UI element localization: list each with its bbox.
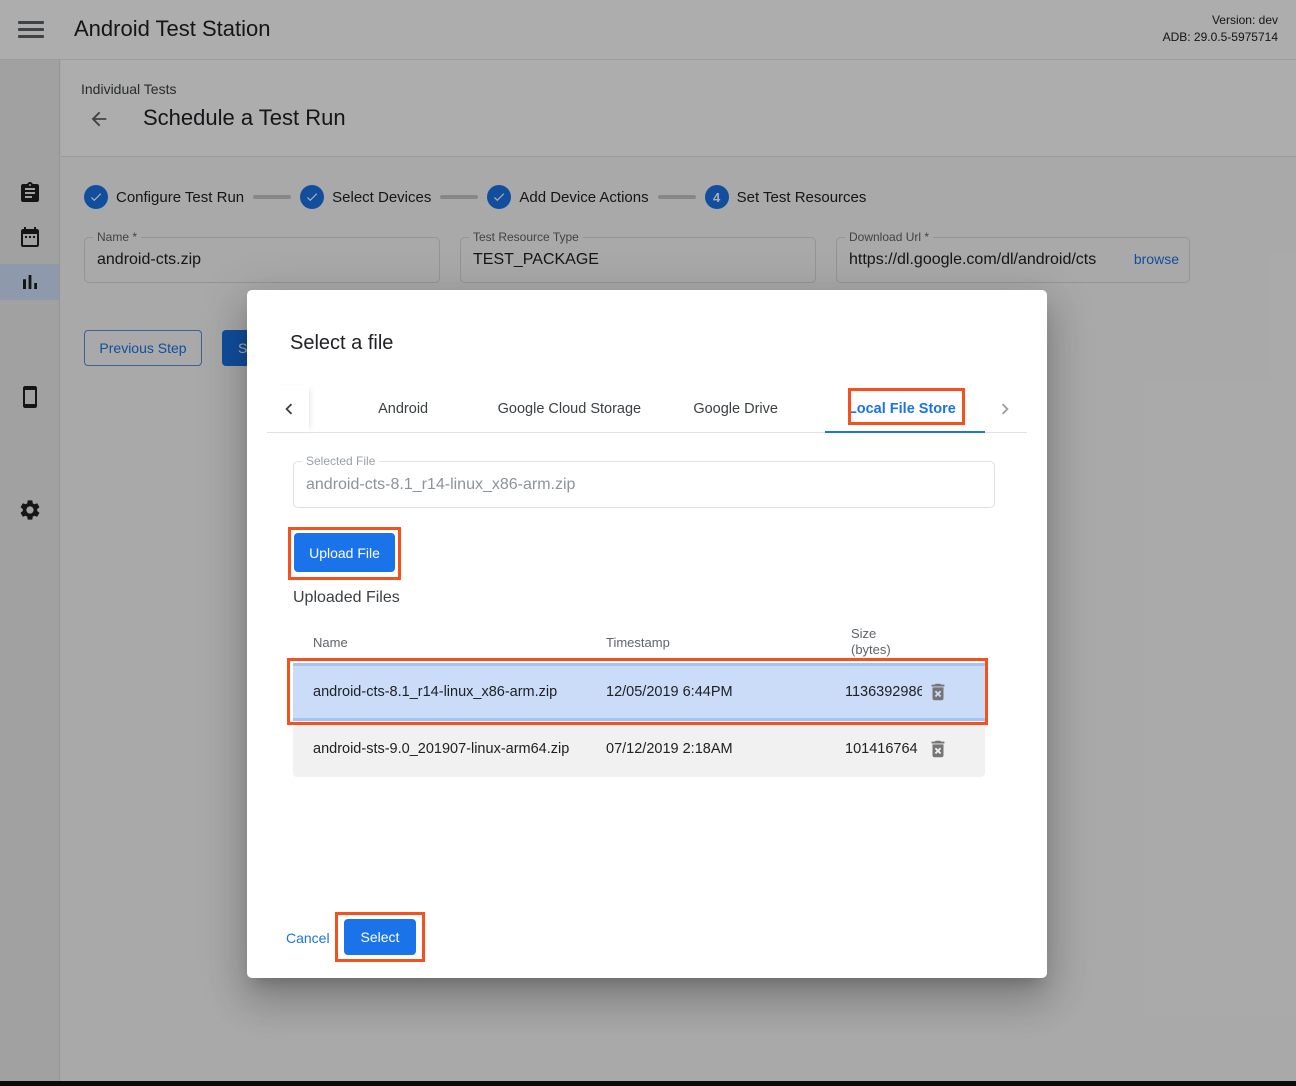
delete-file-button[interactable] — [927, 738, 949, 760]
tabs-scroll-left-button[interactable] — [269, 385, 309, 433]
tab-local-file-store[interactable]: Local File Store — [819, 385, 985, 433]
window-edge — [0, 1081, 1296, 1086]
delete-file-button[interactable] — [927, 681, 949, 703]
column-header-size: Size (bytes) — [851, 626, 891, 658]
select-file-dialog: Select a file Android Google Cloud Stora… — [247, 290, 1047, 978]
trash-delete-icon — [927, 738, 949, 760]
app-screen: Android Test Station Version: dev ADB: 2… — [0, 0, 1296, 1086]
select-button[interactable]: Select — [344, 919, 416, 955]
column-header-name: Name — [313, 635, 348, 651]
trash-delete-icon — [927, 681, 949, 703]
cancel-button[interactable]: Cancel — [286, 930, 330, 946]
file-name: android-sts-9.0_201907-linux-arm64.zip — [313, 741, 569, 757]
files-table-header: Name Timestamp Size (bytes) — [293, 623, 985, 663]
file-size: 101416764 — [845, 741, 918, 757]
column-header-timestamp: Timestamp — [606, 635, 670, 651]
selected-file-field[interactable]: Selected File android-cts-8.1_r14-linux_… — [293, 461, 995, 508]
uploaded-files-title: Uploaded Files — [293, 589, 400, 607]
table-row-selected[interactable]: android-cts-8.1_r14-linux_x86-arm.zip 12… — [293, 663, 985, 721]
dialog-tabs: Android Google Cloud Storage Google Driv… — [320, 385, 985, 433]
selected-file-label: Selected File — [302, 454, 379, 468]
chevron-left-icon — [278, 398, 300, 420]
file-name: android-cts-8.1_r14-linux_x86-arm.zip — [313, 684, 557, 700]
active-tab-indicator — [825, 431, 985, 433]
upload-file-button[interactable]: Upload File — [294, 533, 395, 572]
chevron-right-icon — [994, 398, 1016, 420]
dialog-title: Select a file — [290, 332, 393, 355]
file-size: 1136392986 — [845, 684, 922, 700]
file-timestamp: 12/05/2019 6:44PM — [606, 684, 733, 700]
selected-file-value: android-cts-8.1_r14-linux_x86-arm.zip — [294, 462, 994, 507]
file-timestamp: 07/12/2019 2:18AM — [606, 741, 733, 757]
tabs-scroll-right-button[interactable] — [985, 385, 1025, 433]
tab-android[interactable]: Android — [320, 385, 486, 433]
tab-google-cloud-storage[interactable]: Google Cloud Storage — [486, 385, 652, 433]
tab-google-drive[interactable]: Google Drive — [653, 385, 819, 433]
table-row[interactable]: android-sts-9.0_201907-linux-arm64.zip 0… — [293, 721, 985, 777]
